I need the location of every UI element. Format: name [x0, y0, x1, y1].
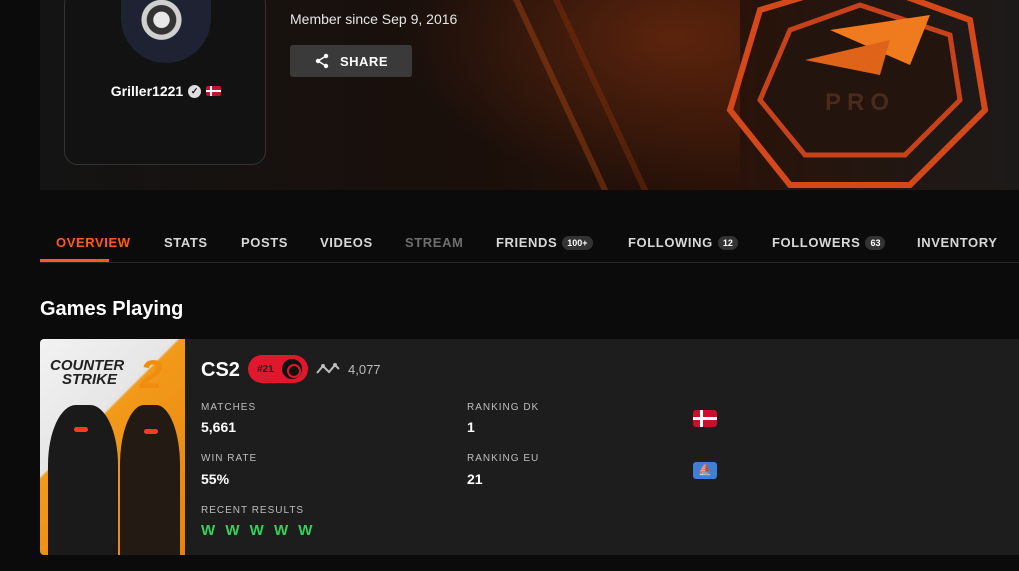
- tab-followers[interactable]: FOLLOWERS 63: [772, 235, 886, 250]
- game-art-number: 2: [140, 353, 163, 397]
- game-card-cs2[interactable]: COUNTER STRIKE 2 CS2 #21 4,077 MATCHES 5…: [40, 339, 1019, 555]
- avatar[interactable]: [121, 0, 211, 63]
- pro-logo-text: PRO: [825, 89, 895, 116]
- tab-label: OVERVIEW: [56, 235, 131, 250]
- active-tab-indicator: [40, 259, 109, 262]
- europe-flag-icon: ⛵: [693, 462, 717, 479]
- soldier-figure: [120, 405, 180, 555]
- elo-value: 4,077: [348, 362, 381, 377]
- denmark-flag-icon: [206, 86, 222, 96]
- tab-label: INVENTORY: [917, 235, 998, 250]
- member-since: Member since Sep 9, 2016: [290, 11, 458, 27]
- rank-badge[interactable]: #21: [248, 355, 308, 383]
- soldier-goggles: [74, 427, 88, 432]
- tab-label: STREAM: [405, 235, 464, 250]
- soldier-figure: [48, 405, 118, 555]
- tab-stream[interactable]: STREAM: [405, 235, 464, 250]
- game-art-title: COUNTER STRIKE: [50, 358, 124, 388]
- winrate-label: WIN RATE: [201, 453, 258, 464]
- game-cover-art[interactable]: COUNTER STRIKE 2: [40, 339, 185, 555]
- profile-page: PRO Griller1221 ✓ Member since Sep 9, 20…: [0, 0, 1019, 571]
- ranking-dk-label: RANKING DK: [467, 402, 540, 413]
- game-art-title-line: STRIKE: [62, 371, 118, 388]
- recent-results-label: RECENT RESULTS: [201, 505, 305, 516]
- friends-count-badge: 100+: [562, 235, 593, 250]
- ranking-dk-value: 1: [467, 419, 475, 435]
- share-icon: [315, 53, 329, 69]
- matches-label: MATCHES: [201, 402, 257, 413]
- username-row: Griller1221 ✓: [65, 83, 267, 99]
- ranking-eu-value: 21: [467, 471, 483, 487]
- share-label: SHARE: [339, 53, 388, 69]
- profile-tabs: OVERVIEW STATS POSTS VIDEOS STREAM FRIEN…: [40, 222, 1019, 263]
- tab-following[interactable]: FOLLOWING 12: [628, 235, 738, 250]
- section-title: Games Playing: [40, 298, 184, 320]
- pro-team-logo: PRO: [726, 0, 989, 188]
- tab-overview[interactable]: OVERVIEW: [56, 235, 131, 250]
- tab-label: FOLLOWERS: [772, 235, 861, 250]
- following-count-badge: 12: [717, 235, 738, 250]
- tab-label: POSTS: [241, 235, 289, 250]
- followers-count-badge: 63: [865, 235, 886, 250]
- winrate-value: 55%: [201, 471, 230, 487]
- rank-label: #21: [257, 363, 274, 375]
- tab-inventory[interactable]: INVENTORY: [917, 235, 998, 250]
- tab-videos[interactable]: VIDEOS: [320, 235, 373, 250]
- tab-label: FRIENDS: [496, 235, 558, 250]
- profile-card: Griller1221 ✓: [64, 0, 266, 165]
- denmark-flag-icon: [693, 410, 717, 427]
- soldier-goggles: [144, 429, 158, 434]
- rank-icon: [279, 357, 304, 381]
- verified-icon: ✓: [188, 84, 202, 98]
- recent-results: W W W W W: [201, 522, 316, 539]
- tab-label: VIDEOS: [320, 235, 373, 250]
- tab-label: FOLLOWING: [628, 235, 713, 250]
- matches-value: 5,661: [201, 419, 237, 435]
- tab-posts[interactable]: POSTS: [241, 235, 288, 250]
- ranking-eu-label: RANKING EU: [467, 453, 540, 464]
- share-button[interactable]: SHARE: [290, 45, 412, 77]
- tab-friends[interactable]: FRIENDS 100+: [496, 235, 593, 250]
- elo-graph-icon: [316, 363, 340, 374]
- tab-label: STATS: [164, 235, 208, 250]
- game-name: CS2: [201, 359, 240, 381]
- username: Griller1221: [110, 83, 184, 99]
- tab-stats[interactable]: STATS: [164, 235, 208, 250]
